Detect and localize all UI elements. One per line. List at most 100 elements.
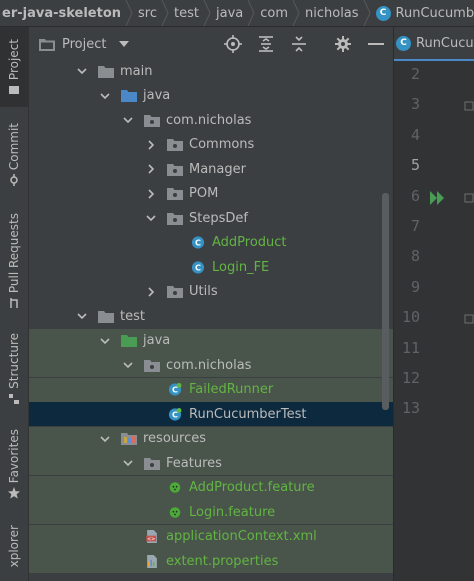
svg-text:C: C [195,262,201,272]
tree-item-label: applicationContext.xml [166,529,317,544]
chevron-down-icon[interactable] [98,432,112,446]
tree-row[interactable]: java [29,328,393,353]
run-test-icon[interactable] [430,190,446,205]
chevron-down-icon[interactable] [98,334,112,348]
cucumber-class-icon: C [168,383,182,396]
tree-row[interactable]: Manager [29,157,393,181]
breadcrumb-item[interactable]: java [208,0,255,26]
tree-row[interactable]: C FailedRunner [29,377,393,402]
tree-row[interactable]: C Login_FE [29,255,393,279]
breadcrumb-item[interactable]: com [252,0,300,26]
tree-row[interactable]: java [29,84,393,108]
tree-row[interactable]: main [29,59,393,83]
fold-marker-icon[interactable] [464,193,474,203]
fold-marker-icon[interactable] [464,314,474,324]
chevron-right-icon[interactable] [144,187,158,201]
test-source-folder-icon [121,335,137,347]
breadcrumb-label: RunCucumber [395,5,474,21]
tree-row[interactable]: com.nicholas [29,353,393,377]
pull-requests-tool-label: Pull Requests [7,213,21,294]
tree-spacer [144,481,158,495]
chevron-right-icon[interactable] [144,138,158,152]
line-number: 5 [410,156,420,175]
chevron-down-icon[interactable] [121,456,135,470]
locate-icon[interactable] [224,35,242,53]
cucumber-class-icon: C [396,35,411,51]
tree-item-label: Commons [189,137,255,152]
settings-icon[interactable] [335,36,351,52]
tree-row[interactable]: com.nicholas [29,108,393,132]
tree-item-label: POM [189,186,219,201]
chevron-right-icon[interactable] [144,162,158,176]
commit-tool-tab[interactable]: Commit [0,123,28,203]
line-number: 8 [410,247,420,266]
svg-text:<>: <> [147,536,155,542]
favorites-tool-tab[interactable]: Favorites [0,429,28,511]
tree-item-label: com.nicholas [166,112,252,128]
tree-row[interactable]: test [29,304,393,328]
tree-item-label: java [143,88,171,103]
tree-row[interactable]: resources [29,426,393,451]
tree-row[interactable]: Features [29,451,393,475]
explorer-tool-tab[interactable]: xplorer [0,525,28,581]
tool-window-stripe: Project Commit Pull Requests Structure F… [0,27,29,581]
tree-row[interactable]: Commons [29,133,393,157]
breadcrumb-item[interactable]: CRunCucumber [368,0,474,26]
breadcrumb-item[interactable]: er-java-skeleton [0,0,133,26]
tree-item-label: RunCucumberTest [189,406,307,422]
cucumber-feature-icon [169,482,181,493]
collapse-all-icon[interactable] [291,36,307,52]
editor-tab[interactable]: C RunCucumber [394,27,474,61]
breadcrumb-item[interactable]: src [130,0,169,26]
project-panel-header: Project [29,27,393,61]
chevron-down-icon[interactable] [75,64,89,78]
hide-icon[interactable] [368,43,384,46]
tree-item-label: extent.properties [166,553,279,569]
line-number: 6 [410,186,420,205]
breadcrumb-item[interactable]: nicholas [297,0,371,26]
panel-title[interactable]: Project [62,37,106,52]
project-tool-label: Project [7,39,21,81]
line-number: 2 [410,65,420,83]
tree-item-label: resources [143,431,207,446]
line-number: 13 [401,399,420,418]
chevron-down-icon[interactable] [98,89,112,103]
breadcrumb-label: er-java-skeleton [2,5,122,21]
tree-row[interactable]: AddProduct.feature [29,475,393,500]
project-folder-icon [39,39,55,51]
folder-icon [98,65,114,78]
cucumber-feature-icon [169,506,181,518]
cucumber-class-icon: C [375,5,391,21]
tree-row[interactable]: C AddProduct [29,231,393,255]
structure-tool-label: Structure [7,333,21,389]
tree-row[interactable]: <> applicationContext.xml [29,524,393,549]
chevron-right-icon[interactable] [144,285,158,299]
chevron-down-icon[interactable] [121,113,135,127]
star-icon [8,487,20,499]
package-icon [167,139,183,151]
tree-row[interactable]: StepsDef [29,206,393,230]
chevron-down-icon[interactable] [144,211,158,225]
tree-row[interactable]: C RunCucumberTest [29,402,393,426]
breadcrumb-label: com [260,5,288,21]
structure-tool-tab[interactable]: Structure [0,333,28,415]
tree-spacer [167,236,181,250]
pull-requests-tool-tab[interactable]: Pull Requests [0,213,28,319]
explorer-tool-label: xplorer [7,525,21,568]
tree-row[interactable]: Utils [29,280,393,304]
tree-row[interactable]: Login.feature [29,500,393,524]
project-tool-tab[interactable]: Project [0,27,28,107]
tree-item-label: Manager [189,161,246,177]
fold-marker-icon[interactable] [464,101,474,111]
chevron-down-icon[interactable] [121,358,135,372]
breadcrumb-item[interactable]: test [166,0,211,26]
chevron-down-icon[interactable] [75,309,89,323]
package-icon [167,163,183,176]
breadcrumb-label: src [138,5,158,21]
tree-row[interactable]: POM [29,182,393,206]
tree-item-label: Utils [189,284,218,299]
tree-row[interactable]: extent.properties [29,549,393,573]
expand-all-icon[interactable] [258,36,274,52]
chevron-down-icon[interactable] [119,41,130,47]
tree-scrollbar[interactable] [382,193,389,410]
